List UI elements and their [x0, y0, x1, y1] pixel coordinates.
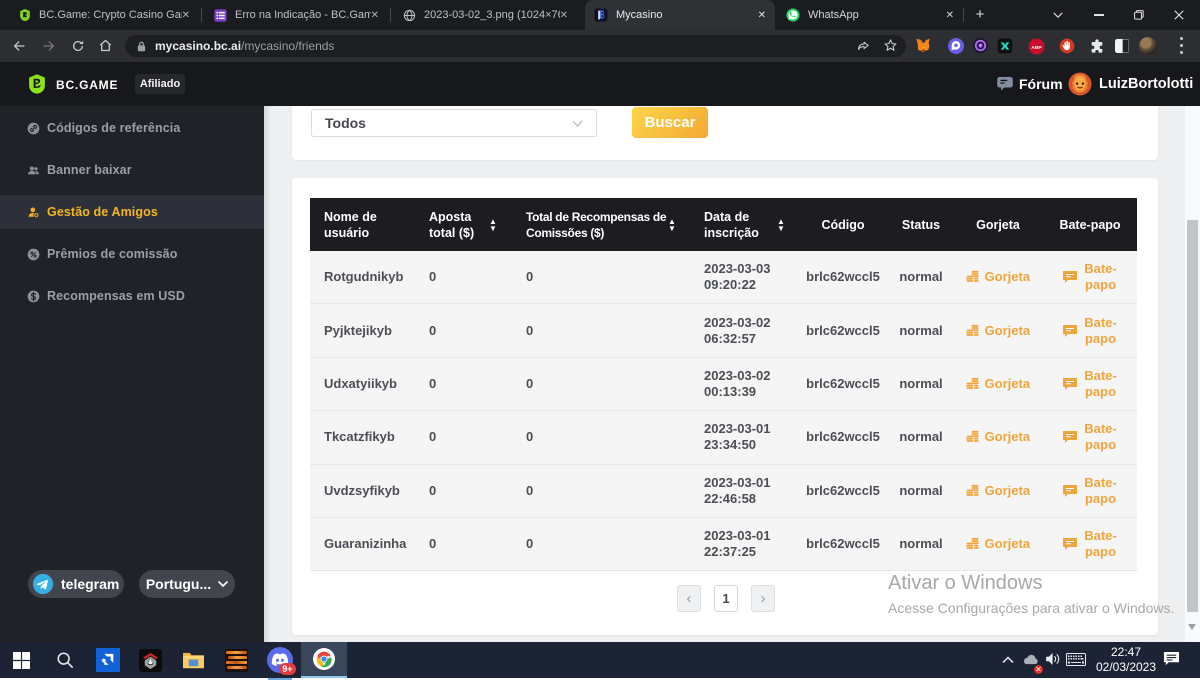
svg-text:ABP: ABP — [1031, 45, 1042, 51]
